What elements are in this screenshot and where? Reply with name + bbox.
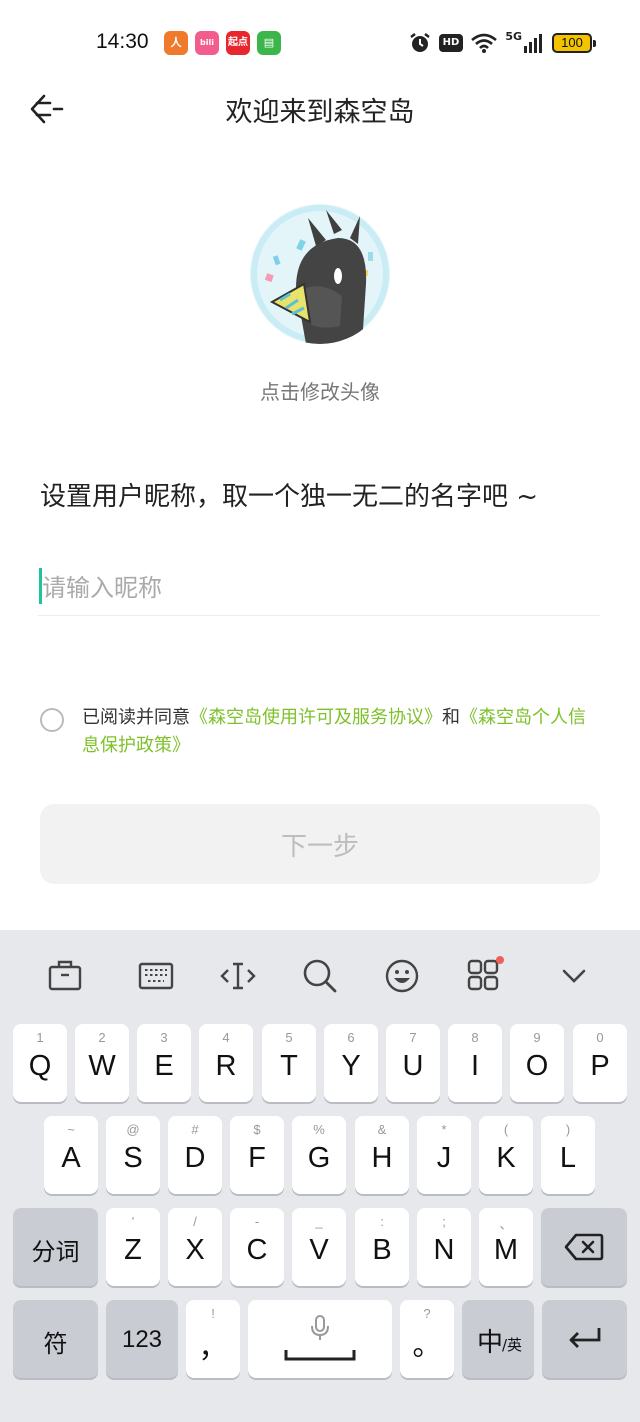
number-key[interactable]: 123 — [106, 1300, 178, 1378]
key-a[interactable]: ~ A — [44, 1116, 98, 1194]
key-t[interactable]: 5T — [262, 1024, 316, 1102]
key-w[interactable]: 2W — [75, 1024, 129, 1102]
key-p[interactable]: 0P — [573, 1024, 627, 1102]
page-title: 欢迎来到森空岛 — [225, 97, 415, 128]
app-icon-messages: ▤ — [257, 31, 281, 55]
space-bar-icon — [284, 1350, 356, 1361]
segment-key[interactable]: 分词 — [13, 1208, 98, 1286]
agreement-text: 已阅读并同意《森空岛使用许可及服务协议》和《森空岛个人信息保护政策》 — [82, 704, 600, 760]
keyboard-icon[interactable] — [136, 956, 176, 996]
period-key[interactable]: ?。 — [400, 1300, 454, 1378]
key-b[interactable]: :B — [355, 1208, 409, 1286]
app-icon-orange: 人 — [164, 31, 188, 55]
key-z[interactable]: ' Z — [106, 1208, 160, 1286]
terms-link[interactable]: 《森空岛使用许可及服务协议》 — [190, 707, 442, 728]
clipboard-icon[interactable] — [45, 956, 85, 996]
avatar[interactable] — [250, 204, 390, 344]
app-icon-qidian: 起点 — [226, 31, 250, 55]
key-n[interactable]: ; N — [417, 1208, 471, 1286]
key-o[interactable]: 9O — [510, 1024, 564, 1102]
comma-key[interactable]: !， — [186, 1300, 240, 1378]
cursor-move-icon[interactable] — [218, 956, 258, 996]
enter-icon — [569, 1328, 601, 1348]
key-d[interactable]: # D — [168, 1116, 222, 1194]
wifi-icon — [471, 33, 498, 53]
status-indicators: HD 5G 100 — [409, 29, 596, 56]
space-key[interactable] — [248, 1300, 392, 1378]
app-icon-bilibili: bili — [195, 31, 219, 55]
language-switch-key[interactable]: 中 /英 — [462, 1300, 534, 1378]
key-c[interactable]: -C — [230, 1208, 284, 1286]
key-l[interactable]: ) L — [541, 1116, 595, 1194]
key-i[interactable]: 8I — [448, 1024, 502, 1102]
agreement-row: 已阅读并同意《森空岛使用许可及服务协议》和《森空岛个人信息保护政策》 — [40, 704, 600, 760]
backspace-key[interactable] — [541, 1208, 627, 1286]
backspace-icon — [564, 1233, 604, 1261]
hd-icon: HD — [438, 34, 464, 52]
apps-grid-icon[interactable] — [464, 956, 504, 996]
alarm-icon — [409, 33, 430, 52]
keyboard-toolbar — [0, 930, 640, 1020]
avatar-image — [250, 204, 390, 344]
key-r[interactable]: 4R — [199, 1024, 253, 1102]
nickname-input[interactable] — [38, 560, 600, 616]
enter-key[interactable] — [542, 1300, 627, 1378]
key-y[interactable]: 6Y — [324, 1024, 378, 1102]
key-j[interactable]: * J — [417, 1116, 471, 1194]
signal-icon — [524, 34, 542, 53]
keyboard: 1Q 2W 3E 4R 5T 6Y 7U 8I 9O 0P ~ A @ S # D $… — [0, 930, 640, 1422]
agreement-checkbox[interactable] — [40, 708, 64, 732]
key-s[interactable]: @ S — [106, 1116, 160, 1194]
key-x[interactable]: / X — [168, 1208, 222, 1286]
key-f[interactable]: $ F — [230, 1116, 284, 1194]
header: 欢迎来到森空岛 — [0, 86, 640, 132]
nickname-prompt: 设置用户昵称，取一个独一无二的名字吧 ~ — [40, 482, 539, 512]
language-sub-label: /英 — [502, 1336, 523, 1354]
avatar-hint[interactable]: 点击修改头像 — [0, 376, 640, 405]
symbol-key[interactable]: 符 — [13, 1300, 98, 1378]
key-q[interactable]: 1Q — [13, 1024, 67, 1102]
key-g[interactable]: % G — [292, 1116, 346, 1194]
microphone-icon — [311, 1315, 329, 1340]
key-u[interactable]: 7U — [386, 1024, 440, 1102]
search-icon[interactable] — [300, 956, 340, 996]
text-cursor — [39, 568, 42, 604]
agreement-conjunction: 和 — [442, 707, 460, 728]
collapse-icon[interactable] — [554, 956, 594, 996]
status-bar: 14:30 人 bili 起点 ▤ HD 5G 100 — [0, 0, 640, 86]
emoji-icon[interactable] — [382, 956, 422, 996]
next-button[interactable]: 下一步 — [40, 804, 600, 884]
network-type: 5G — [505, 29, 522, 43]
key-h[interactable]: & H — [355, 1116, 409, 1194]
status-time: 14:30 — [96, 30, 149, 53]
agreement-prefix: 已阅读并同意 — [82, 707, 190, 728]
key-m[interactable]: 、 M — [479, 1208, 533, 1286]
battery-icon: 100 — [552, 33, 596, 53]
key-k[interactable]: (K — [479, 1116, 533, 1194]
key-v[interactable]: _ V — [292, 1208, 346, 1286]
key-e[interactable]: 3E — [137, 1024, 191, 1102]
